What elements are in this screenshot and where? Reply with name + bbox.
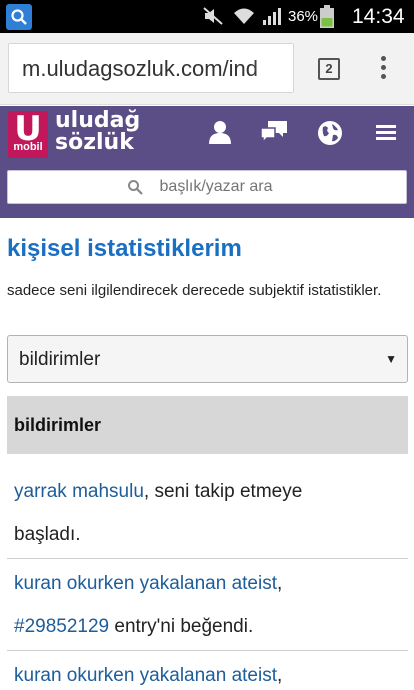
- user-link[interactable]: kuran okurken yakalanan ateist: [14, 573, 277, 594]
- battery-percent: 36%: [288, 8, 319, 25]
- section-heading: bildirimler: [7, 396, 408, 454]
- search-app-icon: [6, 4, 32, 30]
- page-subtitle: sadece seni ilgilendirecek derecede subj…: [7, 282, 382, 299]
- stats-category-select[interactable]: bildirimler ▼: [7, 335, 408, 383]
- messages-icon[interactable]: [260, 120, 288, 149]
- dropdown-arrow-icon: ▼: [385, 352, 397, 366]
- notification-text: ,: [277, 573, 283, 594]
- notification-item: kuran okurken yakalanan ateist,: [7, 654, 408, 690]
- notification-text: başladı.: [14, 524, 81, 545]
- signal-icon: [262, 6, 286, 31]
- logo-subtext: mobil: [13, 141, 43, 153]
- search-bar[interactable]: [7, 170, 407, 204]
- select-value: bildirimler: [19, 349, 101, 370]
- user-icon[interactable]: [208, 120, 232, 149]
- notification-text: entry'ni beğendi.: [109, 616, 254, 637]
- address-bar[interactable]: m.uludagsozluk.com/ind: [8, 43, 294, 93]
- site-header: U mobil uludağ sözlük: [0, 106, 414, 218]
- brand-line-1: uludağ: [55, 108, 141, 133]
- user-link[interactable]: kuran okurken yakalanan ateist: [14, 665, 277, 686]
- browser-toolbar: m.uludagsozluk.com/ind 2: [0, 33, 414, 105]
- divider: [7, 650, 408, 651]
- page-title: kişisel istatistiklerim: [7, 235, 242, 262]
- globe-icon[interactable]: [317, 120, 343, 151]
- notification-item: yarrak mahsulu, seni takip etmeye başlad…: [7, 470, 408, 556]
- search-input[interactable]: [8, 171, 406, 203]
- clock: 14:34: [352, 5, 405, 28]
- wifi-icon: [232, 6, 256, 31]
- notification-item: kuran okurken yakalanan ateist, #2985212…: [7, 562, 408, 648]
- divider: [7, 558, 408, 559]
- notification-text: , seni takip etmeye: [143, 481, 303, 502]
- entry-link[interactable]: #29852129: [14, 616, 109, 637]
- site-logo[interactable]: U mobil: [8, 109, 48, 158]
- tab-switcher-button[interactable]: 2: [318, 58, 340, 80]
- battery-icon: [320, 5, 334, 33]
- url-text: m.uludagsozluk.com/ind: [22, 56, 259, 81]
- search-icon: [127, 179, 143, 200]
- brand-name[interactable]: uludağ sözlük: [55, 110, 140, 154]
- section-heading-text: bildirimler: [14, 415, 102, 435]
- brand-line-2: sözlük: [55, 130, 134, 155]
- hamburger-icon[interactable]: [375, 123, 397, 146]
- user-link[interactable]: yarrak mahsulu: [14, 481, 144, 502]
- mute-icon: [202, 6, 224, 31]
- overflow-menu-icon[interactable]: [378, 56, 388, 84]
- notification-text: ,: [277, 665, 283, 686]
- status-bar: 36% 14:34: [0, 0, 414, 33]
